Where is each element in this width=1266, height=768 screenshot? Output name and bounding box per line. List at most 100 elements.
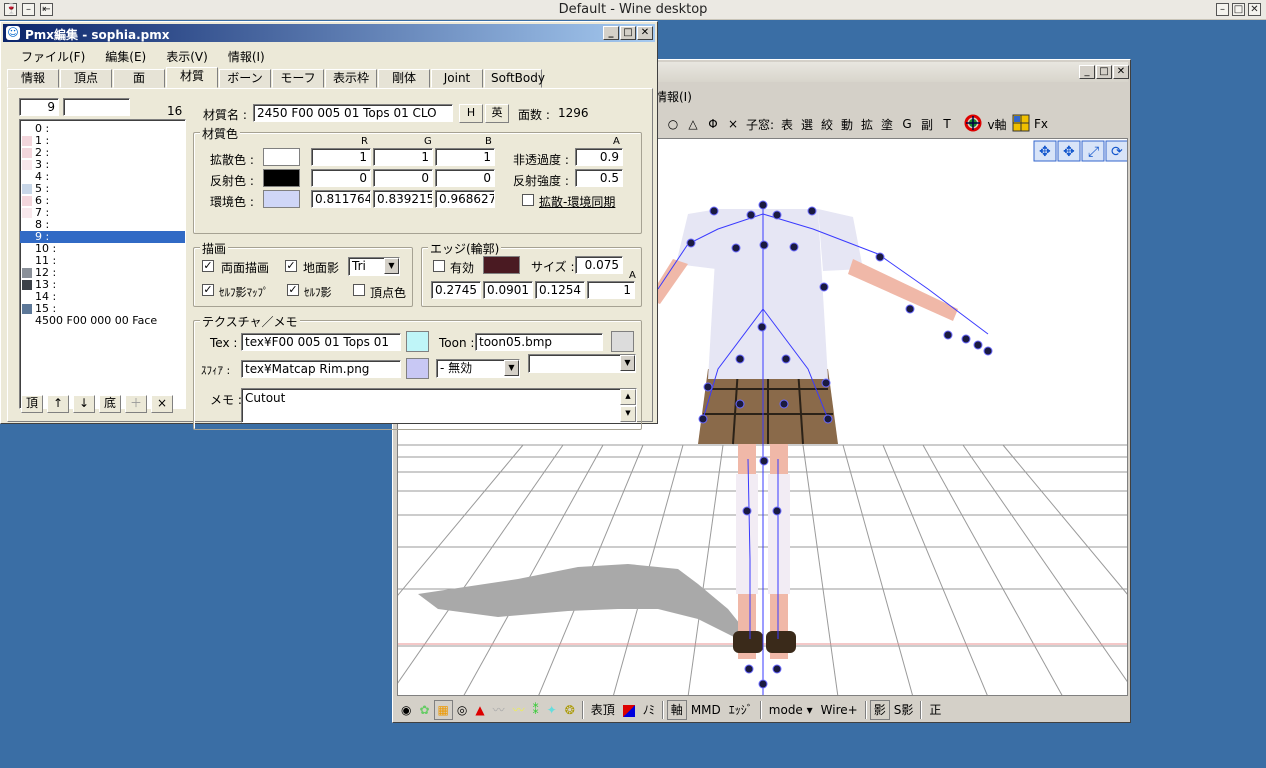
- tool-shibo[interactable]: 絞: [817, 116, 837, 133]
- tool-sen[interactable]: 選: [797, 116, 817, 133]
- green-paint-icon[interactable]: ✿: [415, 700, 433, 720]
- tex-path-field[interactable]: tex¥F00 005 01 Tops 01: [241, 333, 401, 351]
- delete-material-button[interactable]: ×: [151, 395, 173, 413]
- edge-enabled-checkbox[interactable]: [433, 260, 445, 272]
- spec-power-field[interactable]: 0.5: [575, 169, 623, 187]
- show-top-button[interactable]: 表頂: [587, 700, 619, 720]
- tab-morph[interactable]: モーフ: [272, 69, 324, 88]
- ambient-b[interactable]: 0.968627: [435, 190, 495, 208]
- axis-button[interactable]: 軸: [666, 700, 687, 720]
- english-button[interactable]: 英: [485, 104, 509, 123]
- sphere-preview[interactable]: [406, 358, 429, 379]
- grid-color-icon[interactable]: [1011, 114, 1031, 135]
- tool-kaku[interactable]: 拡: [857, 116, 877, 133]
- wire-plus-button[interactable]: Wire+: [817, 700, 862, 720]
- memo-scroll-down-icon[interactable]: ▼: [620, 406, 636, 422]
- tab-bone[interactable]: ボーン: [219, 69, 271, 88]
- phi-tool[interactable]: Φ: [703, 117, 723, 131]
- editor-close-button[interactable]: ✕: [637, 26, 653, 40]
- tool-hyo[interactable]: 表: [777, 116, 797, 133]
- tex-preview[interactable]: [406, 331, 429, 352]
- yellow-wave-icon[interactable]: 〰: [509, 700, 529, 720]
- view-gizmos[interactable]: ✥ ✥ ⤢ ⟳: [1033, 140, 1128, 162]
- material-list-item[interactable]: 4500 F00 000 00 Face: [20, 315, 185, 327]
- toon-path-field[interactable]: toon05.bmp: [475, 333, 603, 351]
- circle-tool[interactable]: ○: [663, 117, 683, 131]
- gold-joint-icon[interactable]: ❂: [561, 700, 579, 720]
- material-search-field[interactable]: [63, 98, 130, 116]
- move-top-button[interactable]: 頂: [21, 395, 43, 413]
- cross-tool[interactable]: ×: [723, 117, 743, 131]
- select-mode-icon[interactable]: ◉: [397, 700, 415, 720]
- specular-r[interactable]: 0: [311, 169, 371, 187]
- menu-file[interactable]: ファイル(F): [21, 48, 85, 65]
- ambient-g[interactable]: 0.839215: [373, 190, 433, 208]
- tool-t[interactable]: T: [937, 117, 957, 131]
- diffuse-r[interactable]: 1: [311, 148, 371, 166]
- self-shadow-button[interactable]: S影: [890, 700, 918, 720]
- material-list[interactable]: 0 :1 :2 :3 :4 :5 :6 :7 :8 :9 :10 :11 :12…: [19, 119, 186, 409]
- tab-softbody[interactable]: SoftBody: [484, 69, 545, 88]
- tab-vertex[interactable]: 頂点: [60, 69, 112, 88]
- green-joint-icon[interactable]: ⁑: [529, 700, 543, 720]
- edge-button[interactable]: ｴｯｼﾞ: [725, 700, 757, 720]
- mmd-button[interactable]: MMD: [687, 700, 725, 720]
- tab-material[interactable]: 材質: [166, 67, 218, 88]
- menu-info[interactable]: 情報(I): [228, 48, 265, 65]
- viewer-minimize-button[interactable]: _: [1079, 65, 1095, 79]
- triangle-tool[interactable]: △: [683, 117, 703, 131]
- viewer-menu-info[interactable]: 情報(I): [655, 88, 692, 105]
- self-shadow-checkbox[interactable]: ✓: [287, 284, 299, 296]
- tool-g[interactable]: G: [897, 117, 917, 131]
- sync-label[interactable]: 拡散-環境同期: [539, 193, 615, 210]
- menu-edit[interactable]: 編集(E): [105, 48, 146, 65]
- color-wheel-icon[interactable]: [963, 114, 983, 135]
- tab-joint[interactable]: Joint: [431, 69, 483, 88]
- memo-field[interactable]: Cutout: [241, 388, 637, 423]
- self-shadow-map-checkbox[interactable]: ✓: [202, 284, 214, 296]
- desktop-minimize-button[interactable]: –: [1216, 3, 1229, 16]
- ground-shadow-checkbox[interactable]: ✓: [285, 260, 297, 272]
- edge-r[interactable]: 0.2745: [431, 281, 481, 299]
- h-button[interactable]: H: [459, 104, 483, 123]
- tool-dou[interactable]: 動: [837, 116, 857, 133]
- sync-checkbox[interactable]: [522, 194, 534, 206]
- shadow-button[interactable]: 影: [869, 700, 890, 720]
- desktop-close-button[interactable]: ✕: [1248, 3, 1261, 16]
- edge-a[interactable]: 1: [587, 281, 635, 299]
- mode-dropdown[interactable]: mode ▾: [765, 700, 817, 720]
- extra-select[interactable]: ▼: [528, 354, 636, 373]
- diffuse-g[interactable]: 1: [373, 148, 433, 166]
- fx-button[interactable]: Fx: [1031, 117, 1051, 131]
- material-name-field[interactable]: 2450 F00 005 01 Tops 01 CLO: [253, 104, 453, 122]
- toon-preview[interactable]: [611, 331, 634, 352]
- edge-size-field[interactable]: 0.075: [575, 256, 623, 274]
- viewer-close-button[interactable]: ✕: [1113, 65, 1129, 79]
- circle-mode-icon[interactable]: ◎: [453, 700, 471, 720]
- tab-info[interactable]: 情報: [7, 69, 59, 88]
- editor-minimize-button[interactable]: _: [603, 26, 619, 40]
- edge-b[interactable]: 0.1254: [535, 281, 585, 299]
- orange-grid-icon[interactable]: ▦: [433, 700, 453, 720]
- tab-display-frame[interactable]: 表示枠: [325, 69, 377, 88]
- tab-rigidbody[interactable]: 剛体: [378, 69, 430, 88]
- editor-maximize-button[interactable]: □: [620, 26, 636, 40]
- diffuse-b[interactable]: 1: [435, 148, 495, 166]
- move-up-button[interactable]: ↑: [47, 395, 69, 413]
- ambient-r[interactable]: 0.811764: [311, 190, 371, 208]
- specular-b[interactable]: 0: [435, 169, 495, 187]
- memo-scroll-up-icon[interactable]: ▲: [620, 389, 636, 405]
- specular-color-swatch[interactable]: [263, 169, 300, 187]
- menu-view[interactable]: 表示(V): [166, 48, 208, 65]
- move-down-button[interactable]: ↓: [73, 395, 95, 413]
- v-axis-button[interactable]: v軸: [983, 116, 1011, 133]
- move-bottom-button[interactable]: 底: [99, 395, 121, 413]
- material-index-field[interactable]: 9: [19, 98, 59, 116]
- front-view-button[interactable]: 正: [925, 700, 945, 720]
- sphere-mode-select[interactable]: - 無効 ▼: [436, 359, 520, 378]
- add-material-button[interactable]: ＋: [125, 395, 147, 413]
- double-side-checkbox[interactable]: ✓: [202, 260, 214, 272]
- desktop-maximize-button[interactable]: □: [1232, 3, 1245, 16]
- tool-nuri[interactable]: 塗: [877, 116, 897, 133]
- edge-g[interactable]: 0.0901: [483, 281, 533, 299]
